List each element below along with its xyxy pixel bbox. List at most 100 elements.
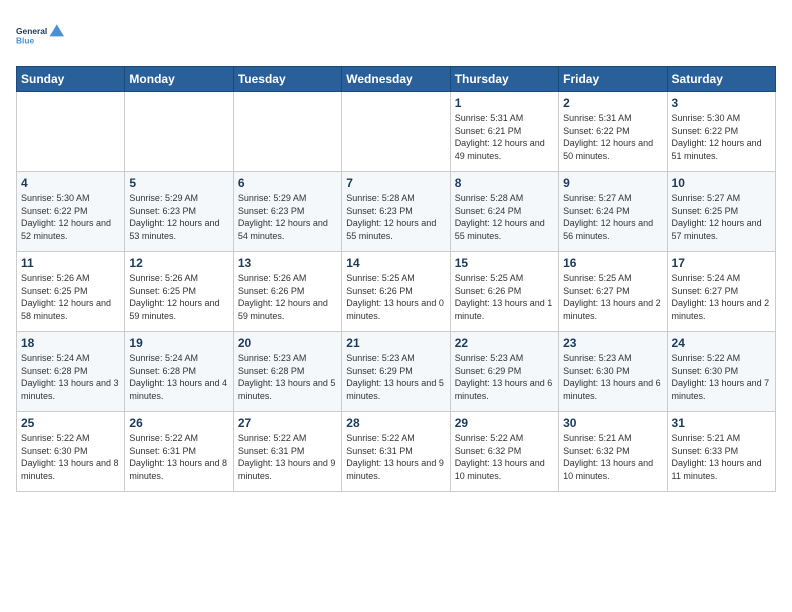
day-number: 29 xyxy=(455,416,554,430)
calendar-week-row: 1 Sunrise: 5:31 AMSunset: 6:21 PMDaylight… xyxy=(17,92,776,172)
day-info: Sunrise: 5:23 AMSunset: 6:29 PMDaylight:… xyxy=(346,352,445,402)
day-info: Sunrise: 5:29 AMSunset: 6:23 PMDaylight:… xyxy=(238,192,337,242)
day-info: Sunrise: 5:22 AMSunset: 6:32 PMDaylight:… xyxy=(455,432,554,482)
calendar-cell: 21 Sunrise: 5:23 AMSunset: 6:29 PMDayligh… xyxy=(342,332,450,412)
day-info: Sunrise: 5:24 AMSunset: 6:28 PMDaylight:… xyxy=(21,352,120,402)
calendar-cell: 16Sunrise: 5:25 AMSunset: 6:27 PMDayligh… xyxy=(559,252,667,332)
day-info: Sunrise: 5:31 AMSunset: 6:21 PMDaylight:… xyxy=(455,112,554,162)
day-info: Sunrise: 5:26 AMSunset: 6:26 PMDaylight:… xyxy=(238,272,337,322)
calendar-cell: 26 Sunrise: 5:22 AMSunset: 6:31 PMDayligh… xyxy=(125,412,233,492)
day-number: 25 xyxy=(21,416,120,430)
day-number: 13 xyxy=(238,256,337,270)
day-info: Sunrise: 5:29 AMSunset: 6:23 PMDaylight:… xyxy=(129,192,228,242)
day-info: Sunrise: 5:27 AMSunset: 6:24 PMDaylight:… xyxy=(563,192,662,242)
calendar-week-row: 4 Sunrise: 5:30 AMSunset: 6:22 PMDaylight… xyxy=(17,172,776,252)
day-info: Sunrise: 5:22 AMSunset: 6:30 PMDaylight:… xyxy=(672,352,771,402)
weekday-header-cell: Thursday xyxy=(450,67,558,92)
calendar-cell: 7Sunrise: 5:28 AMSunset: 6:23 PMDaylight… xyxy=(342,172,450,252)
day-number: 4 xyxy=(21,176,120,190)
day-info: Sunrise: 5:26 AMSunset: 6:25 PMDaylight:… xyxy=(129,272,228,322)
day-number: 22 xyxy=(455,336,554,350)
day-number: 18 xyxy=(21,336,120,350)
day-number: 28 xyxy=(346,416,445,430)
day-info: Sunrise: 5:24 AMSunset: 6:27 PMDaylight:… xyxy=(672,272,771,322)
calendar-body: 1 Sunrise: 5:31 AMSunset: 6:21 PMDaylight… xyxy=(17,92,776,492)
calendar-cell: 30 Sunrise: 5:21 AMSunset: 6:32 PMDayligh… xyxy=(559,412,667,492)
day-info: Sunrise: 5:27 AMSunset: 6:25 PMDaylight:… xyxy=(672,192,771,242)
calendar-cell: 18 Sunrise: 5:24 AMSunset: 6:28 PMDayligh… xyxy=(17,332,125,412)
calendar-cell: 17 Sunrise: 5:24 AMSunset: 6:27 PMDayligh… xyxy=(667,252,775,332)
day-number: 3 xyxy=(672,96,771,110)
day-info: Sunrise: 5:23 AMSunset: 6:30 PMDaylight:… xyxy=(563,352,662,402)
day-number: 15 xyxy=(455,256,554,270)
day-number: 11 xyxy=(21,256,120,270)
day-info: Sunrise: 5:21 AMSunset: 6:33 PMDaylight:… xyxy=(672,432,771,482)
day-number: 23 xyxy=(563,336,662,350)
calendar-cell xyxy=(233,92,341,172)
day-info: Sunrise: 5:25 AMSunset: 6:26 PMDaylight:… xyxy=(346,272,445,322)
calendar-week-row: 18 Sunrise: 5:24 AMSunset: 6:28 PMDayligh… xyxy=(17,332,776,412)
day-info: Sunrise: 5:22 AMSunset: 6:31 PMDaylight:… xyxy=(346,432,445,482)
svg-text:Blue: Blue xyxy=(16,36,35,46)
day-info: Sunrise: 5:22 AMSunset: 6:31 PMDaylight:… xyxy=(238,432,337,482)
calendar-cell: 20 Sunrise: 5:23 AMSunset: 6:28 PMDayligh… xyxy=(233,332,341,412)
day-number: 17 xyxy=(672,256,771,270)
weekday-header-cell: Saturday xyxy=(667,67,775,92)
day-number: 6 xyxy=(238,176,337,190)
day-number: 24 xyxy=(672,336,771,350)
calendar-week-row: 11 Sunrise: 5:26 AMSunset: 6:25 PMDayligh… xyxy=(17,252,776,332)
day-info: Sunrise: 5:25 AMSunset: 6:26 PMDaylight:… xyxy=(455,272,554,322)
weekday-header-row: SundayMondayTuesdayWednesdayThursdayFrid… xyxy=(17,67,776,92)
calendar-cell: 5 Sunrise: 5:29 AMSunset: 6:23 PMDaylight… xyxy=(125,172,233,252)
calendar-cell: 6 Sunrise: 5:29 AMSunset: 6:23 PMDaylight… xyxy=(233,172,341,252)
day-info: Sunrise: 5:23 AMSunset: 6:28 PMDaylight:… xyxy=(238,352,337,402)
page-header: General Blue xyxy=(16,16,776,58)
calendar-cell: 1 Sunrise: 5:31 AMSunset: 6:21 PMDaylight… xyxy=(450,92,558,172)
calendar-cell: 25 Sunrise: 5:22 AMSunset: 6:30 PMDayligh… xyxy=(17,412,125,492)
calendar-week-row: 25 Sunrise: 5:22 AMSunset: 6:30 PMDayligh… xyxy=(17,412,776,492)
calendar-cell: 4 Sunrise: 5:30 AMSunset: 6:22 PMDaylight… xyxy=(17,172,125,252)
day-number: 2 xyxy=(563,96,662,110)
day-number: 26 xyxy=(129,416,228,430)
calendar-cell: 23 Sunrise: 5:23 AMSunset: 6:30 PMDayligh… xyxy=(559,332,667,412)
calendar-cell: 13 Sunrise: 5:26 AMSunset: 6:26 PMDayligh… xyxy=(233,252,341,332)
day-info: Sunrise: 5:23 AMSunset: 6:29 PMDaylight:… xyxy=(455,352,554,402)
logo: General Blue xyxy=(16,16,64,58)
calendar-cell xyxy=(125,92,233,172)
calendar-cell: 29 Sunrise: 5:22 AMSunset: 6:32 PMDayligh… xyxy=(450,412,558,492)
day-number: 12 xyxy=(129,256,228,270)
calendar-cell: 15 Sunrise: 5:25 AMSunset: 6:26 PMDayligh… xyxy=(450,252,558,332)
calendar-cell: 3Sunrise: 5:30 AMSunset: 6:22 PMDaylight… xyxy=(667,92,775,172)
calendar-cell: 8Sunrise: 5:28 AMSunset: 6:24 PMDaylight… xyxy=(450,172,558,252)
calendar-cell: 27 Sunrise: 5:22 AMSunset: 6:31 PMDayligh… xyxy=(233,412,341,492)
day-number: 27 xyxy=(238,416,337,430)
day-number: 20 xyxy=(238,336,337,350)
calendar-table: SundayMondayTuesdayWednesdayThursdayFrid… xyxy=(16,66,776,492)
day-info: Sunrise: 5:22 AMSunset: 6:30 PMDaylight:… xyxy=(21,432,120,482)
calendar-cell xyxy=(17,92,125,172)
day-number: 14 xyxy=(346,256,445,270)
day-info: Sunrise: 5:22 AMSunset: 6:31 PMDaylight:… xyxy=(129,432,228,482)
calendar-cell xyxy=(342,92,450,172)
day-info: Sunrise: 5:30 AMSunset: 6:22 PMDaylight:… xyxy=(21,192,120,242)
calendar-cell: 10 Sunrise: 5:27 AMSunset: 6:25 PMDayligh… xyxy=(667,172,775,252)
day-number: 1 xyxy=(455,96,554,110)
day-number: 19 xyxy=(129,336,228,350)
calendar-cell: 9Sunrise: 5:27 AMSunset: 6:24 PMDaylight… xyxy=(559,172,667,252)
logo-svg: General Blue xyxy=(16,16,64,58)
calendar-cell: 11Sunrise: 5:26 AMSunset: 6:25 PMDayligh… xyxy=(17,252,125,332)
day-info: Sunrise: 5:31 AMSunset: 6:22 PMDaylight:… xyxy=(563,112,662,162)
day-info: Sunrise: 5:28 AMSunset: 6:24 PMDaylight:… xyxy=(455,192,554,242)
day-info: Sunrise: 5:24 AMSunset: 6:28 PMDaylight:… xyxy=(129,352,228,402)
day-number: 5 xyxy=(129,176,228,190)
day-number: 7 xyxy=(346,176,445,190)
day-number: 30 xyxy=(563,416,662,430)
calendar-cell: 22 Sunrise: 5:23 AMSunset: 6:29 PMDayligh… xyxy=(450,332,558,412)
weekday-header-cell: Sunday xyxy=(17,67,125,92)
weekday-header-cell: Wednesday xyxy=(342,67,450,92)
day-number: 21 xyxy=(346,336,445,350)
day-number: 10 xyxy=(672,176,771,190)
calendar-cell: 24 Sunrise: 5:22 AMSunset: 6:30 PMDayligh… xyxy=(667,332,775,412)
day-info: Sunrise: 5:21 AMSunset: 6:32 PMDaylight:… xyxy=(563,432,662,482)
calendar-cell: 28 Sunrise: 5:22 AMSunset: 6:31 PMDayligh… xyxy=(342,412,450,492)
